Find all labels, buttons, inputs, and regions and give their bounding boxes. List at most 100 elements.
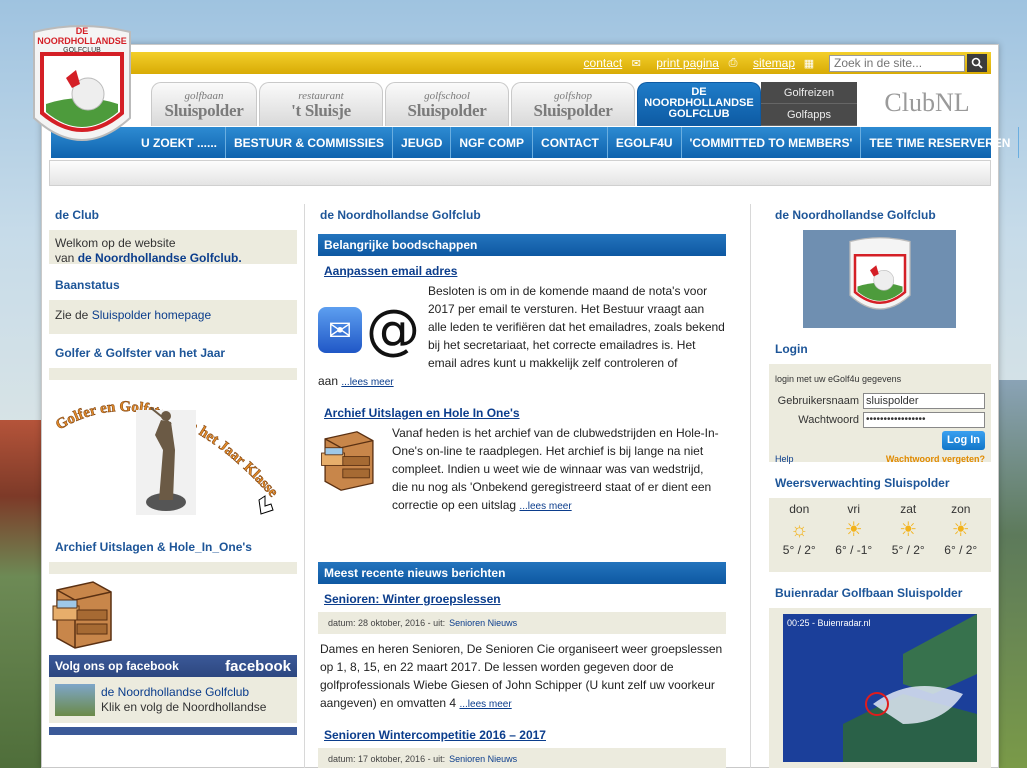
weather-day: don ☼ 5° / 2° (783, 502, 816, 568)
archive-drawer-icon (321, 431, 374, 491)
main-nav: U ZOEKT ...... BESTUUR & COMMISSIES JEUG… (133, 127, 1020, 158)
news-bar: Meest recente nieuws berichten (318, 562, 726, 584)
facebook-bar[interactable]: Volg ons op facebook facebook (49, 655, 297, 677)
clubnl-logo[interactable]: ClubNL (863, 88, 991, 124)
archief-item: Vanaf heden is het archief van de clubwe… (318, 424, 726, 516)
weather-day-label: don (789, 502, 810, 516)
sitemap-icon[interactable]: ▦ (801, 57, 817, 70)
main-column: de Noordhollandse Golfclub Belangrijke b… (318, 204, 726, 768)
contact-link[interactable]: contact (584, 56, 623, 70)
login-heading: Login (775, 342, 808, 356)
weather-day-label: zon (951, 502, 971, 516)
email-item-text: Besloten is om in de komende maand de no… (428, 284, 725, 370)
baanstatus-box: Zie de Sluispolder homepage (49, 300, 297, 334)
partly-cloudy-icon: ☼ (790, 519, 809, 541)
weather-day: zon ☀ 6° / 2° (944, 502, 977, 568)
read-more-link[interactable]: ...lees meer (459, 699, 511, 710)
tab-noordhollandse-golfclub[interactable]: DE NOORDHOLLANDSE GOLFCLUB (637, 82, 761, 126)
tab-golfapps[interactable]: Golfapps (761, 104, 857, 126)
email-item: ✉ @ Besloten is om in de komende maand d… (318, 282, 726, 372)
site-tabs: golfbaan Sluispolder restaurant't Sluisje… (51, 80, 991, 126)
email-item-tail: aan (318, 374, 339, 388)
nav-jeugd[interactable]: JEUGD (393, 127, 452, 158)
sub-bar (49, 160, 991, 186)
main-heading: de Noordhollandse Golfclub (320, 208, 481, 222)
archief-item-title[interactable]: Archief Uitslagen en Hole In One's (324, 406, 726, 420)
welcome-text: Welkom op de website (55, 236, 176, 250)
weather-day: vri ☀ 6° / -1° (835, 502, 872, 568)
side-tabs: Golfreizen Golfapps (761, 82, 857, 126)
welcome-van: van (55, 251, 75, 265)
tab-golfreizen[interactable]: Golfreizen (761, 82, 857, 104)
club-logo-panel[interactable] (803, 230, 956, 328)
golfer-heading: Golfer & Golfster van het Jaar (55, 346, 226, 360)
tab-golfschool[interactable]: golfschool Sluispolder (385, 82, 509, 126)
read-more-link[interactable]: ...lees meer (519, 501, 571, 512)
facebook-page-link[interactable]: de Noordhollandse Golfclub (101, 685, 249, 699)
nav-tee-time[interactable]: TEE TIME RESERVEREN (861, 127, 1020, 158)
news-title-1[interactable]: Senioren: Winter groepslessen (324, 592, 726, 606)
welcome-box: Welkom op de website van de Noordholland… (49, 230, 297, 265)
nav-contact[interactable]: CONTACT (533, 127, 608, 158)
background-house (0, 420, 42, 768)
forgot-password-link[interactable]: Wachtwoord vergeten? (886, 452, 985, 467)
radar-box: 00:25 - Buienradar.nl (769, 608, 991, 768)
radar-heading: Buienradar Golfbaan Sluispolder (775, 586, 963, 600)
weather-day-label: vri (847, 502, 861, 516)
password-field[interactable]: ••••••••••••••••• (863, 412, 985, 428)
search-input[interactable] (829, 54, 965, 72)
column-divider (750, 204, 751, 768)
read-more-link[interactable]: ...lees meer (341, 377, 393, 388)
facebook-box: de Noordhollandse Golfclub Klik en volg … (49, 677, 297, 723)
news-category-link[interactable]: Senioren Nieuws (449, 618, 517, 628)
welcome-link[interactable]: de Noordhollandse Golfclub. (78, 251, 242, 265)
sitemap-link[interactable]: sitemap (753, 56, 795, 70)
background-trees (997, 380, 1027, 768)
username-field[interactable]: sluispolder (863, 393, 985, 409)
sluispolder-link[interactable]: Sluispolder homepage (92, 308, 211, 322)
login-info: login met uw eGolf4u gegevens (775, 374, 902, 384)
printer-icon[interactable]: ⎙ (725, 57, 741, 69)
tab-restaurant[interactable]: restaurant't Sluisje (259, 82, 383, 126)
archief-bar (49, 562, 297, 574)
login-button[interactable]: Log In (942, 431, 985, 450)
club-logo[interactable]: DE NOORDHOLLANDSE GOLFCLUB (26, 22, 138, 162)
nav-ngf-comp[interactable]: NGF COMP (451, 127, 534, 158)
facebook-title: Volg ons op facebook (55, 659, 179, 673)
news-title-2[interactable]: Senioren Wintercompetitie 2016 – 2017 (324, 728, 726, 742)
radar-map[interactable]: 00:25 - Buienradar.nl (783, 614, 977, 762)
tab-golfshop[interactable]: golfshop Sluispolder (511, 82, 635, 126)
facebook-subtext: Klik en volg de Noordhollandse (101, 700, 267, 714)
nav-committed[interactable]: 'COMMITTED TO MEMBERS' (682, 127, 862, 158)
help-link[interactable]: Help (775, 452, 794, 467)
nav-egolf4u[interactable]: EGOLF4U (608, 127, 682, 158)
news-meta-2: datum: 17 oktober, 2016 - uit: Senioren N… (318, 748, 726, 768)
facebook-thumbnail[interactable] (55, 684, 95, 716)
left-column: de Club Welkom op de website van de Noor… (43, 204, 297, 735)
search-button[interactable] (967, 54, 987, 72)
archief-heading: Archief Uitslagen & Hole_In_One's (55, 540, 252, 554)
nav-u-zoekt[interactable]: U ZOEKT ...... (133, 127, 227, 158)
news-date: datum: 28 oktober, 2016 - uit: (328, 618, 446, 628)
tab-big-label: 't Sluisje (291, 101, 351, 120)
email-icons: ✉ @ (318, 282, 420, 372)
weather-box: don ☼ 5° / 2° vri ☀ 6° / -1° zat ☀ 5° / 2° zon… (769, 498, 991, 572)
weather-day: zat ☀ 5° / 2° (892, 502, 925, 568)
envelope-icon[interactable]: ✉ (628, 57, 644, 70)
email-item-title[interactable]: Aanpassen email adres (324, 264, 726, 278)
golfer-image[interactable]: Golfer en Golfster van het Jaar Klasseme… (43, 368, 297, 530)
facebook-bar-2 (49, 727, 297, 735)
baanstatus-text: Zie de (55, 308, 89, 322)
tab-golfbaan[interactable]: golfbaan Sluispolder (151, 82, 257, 126)
news-date: datum: 17 oktober, 2016 - uit: (328, 754, 446, 764)
mail-icon: ✉ (318, 307, 362, 353)
nav-bestuur[interactable]: BESTUUR & COMMISSIES (226, 127, 394, 158)
search-form (829, 54, 987, 72)
sun-icon: ☀ (844, 519, 863, 541)
tab-big-label: Sluispolder (533, 101, 613, 120)
login-box: login met uw eGolf4u gegevens Gebruikers… (769, 364, 991, 464)
weather-day-label: zat (900, 502, 917, 516)
archive-drawer-icon[interactable] (49, 580, 119, 650)
print-link[interactable]: print pagina (656, 56, 719, 70)
news-category-link[interactable]: Senioren Nieuws (449, 754, 517, 764)
